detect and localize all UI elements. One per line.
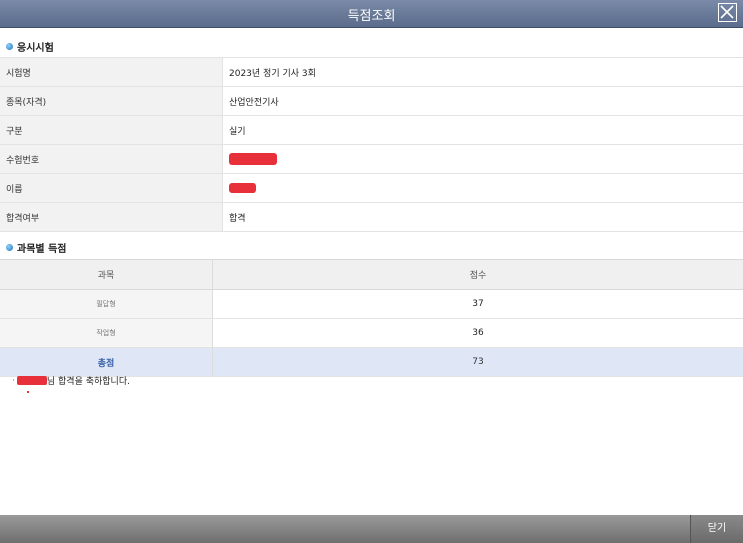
row-label: 합격여부 xyxy=(0,202,223,232)
redaction-mark xyxy=(16,376,47,385)
score-table: 과목 점수 필답형 37 작업형 36 총점 73 xyxy=(0,259,743,377)
exam-section-heading: 응시시험 xyxy=(6,39,54,54)
row-value: 2023년 정기 기사 3회 xyxy=(222,57,743,87)
redaction-dot xyxy=(27,391,29,393)
header-subject: 과목 xyxy=(0,259,213,290)
table-row: 작업형 36 xyxy=(0,318,743,348)
exam-info-table: 시험명 2023년 정기 기사 3회 종목(자격) 산업안전기사 구분 실기 수… xyxy=(0,57,743,232)
exam-section-title: 응시시험 xyxy=(17,43,54,54)
subject-cell: 필답형 xyxy=(0,289,213,319)
score-section-heading: 과목별 득점 xyxy=(6,240,66,255)
row-label: 이름 xyxy=(0,173,223,203)
redaction-mark xyxy=(229,182,256,193)
redaction-mark xyxy=(229,153,277,165)
total-row: 총점 73 xyxy=(0,347,743,377)
bullet-icon xyxy=(6,244,13,251)
title-bar: 득점조회 xyxy=(0,0,743,28)
congrats-text: 님 합격을 축하합니다. xyxy=(46,377,130,387)
congrats-message: · 님 합격을 축하합니다. xyxy=(12,374,130,388)
bullet-icon xyxy=(6,43,13,50)
table-row: 구분 실기 xyxy=(0,115,743,145)
exam-number-value xyxy=(222,144,743,174)
score-cell: 36 xyxy=(212,318,743,348)
score-section-title: 과목별 득점 xyxy=(17,244,67,255)
footer-bar: 닫기 xyxy=(0,515,743,543)
name-value xyxy=(222,173,743,203)
table-row: 종목(자격) 산업안전기사 xyxy=(0,86,743,116)
close-footer-button[interactable]: 닫기 xyxy=(690,515,743,543)
table-row: 필답형 37 xyxy=(0,289,743,319)
table-row: 이름 xyxy=(0,173,743,203)
row-label: 시험명 xyxy=(0,57,223,87)
window-title: 득점조회 xyxy=(347,9,396,24)
row-value: 실기 xyxy=(222,115,743,145)
total-score: 73 xyxy=(212,347,743,377)
subject-cell: 작업형 xyxy=(0,318,213,348)
header-score: 점수 xyxy=(212,259,743,290)
bullet-mark: · xyxy=(12,375,15,386)
table-header-row: 과목 점수 xyxy=(0,259,743,290)
total-label: 총점 xyxy=(0,347,213,377)
close-button[interactable] xyxy=(718,3,737,22)
table-row: 수험번호 xyxy=(0,144,743,174)
row-value: 산업안전기사 xyxy=(222,86,743,116)
row-label: 구분 xyxy=(0,115,223,145)
table-row: 시험명 2023년 정기 기사 3회 xyxy=(0,57,743,87)
row-label: 종목(자격) xyxy=(0,86,223,116)
row-value: 합격 xyxy=(222,202,743,232)
row-label: 수험번호 xyxy=(0,144,223,174)
table-row: 합격여부 합격 xyxy=(0,202,743,232)
score-cell: 37 xyxy=(212,289,743,319)
close-icon xyxy=(720,5,734,19)
